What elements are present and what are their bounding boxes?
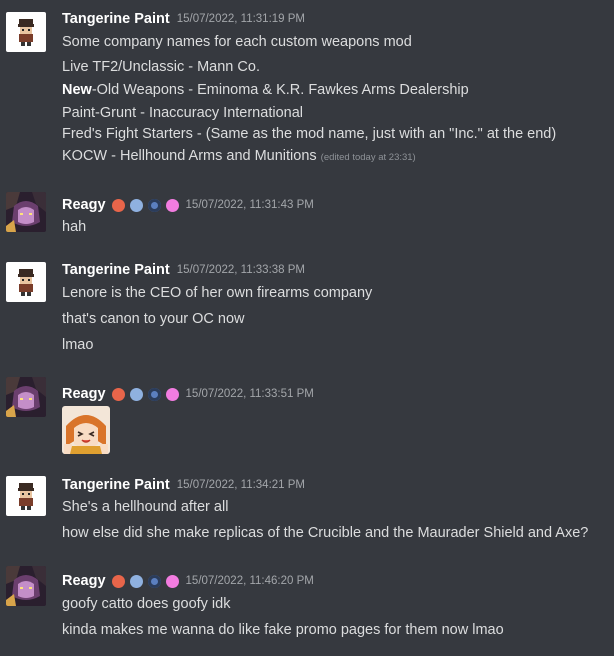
timestamp[interactable]: 15/07/2022, 11:46:20 PM [186, 575, 314, 587]
message-text: Some company names for each custom weapo… [62, 34, 412, 50]
message-text: kinda makes me wanna do like fake promo … [62, 622, 504, 638]
tangerine-avatar[interactable] [6, 262, 46, 302]
anime-girl-sticker-icon [62, 406, 110, 454]
anime-character-avatar-icon [6, 377, 46, 417]
message-text: how else did she make replicas of the Cr… [62, 525, 589, 541]
chat-badge-icon[interactable] [129, 387, 143, 401]
message-text: New-Old Weapons - Eminoma & K.R. Fawkes … [62, 82, 469, 98]
heart-badge-icon[interactable] [111, 574, 125, 588]
pixel-character-avatar-icon [6, 476, 46, 516]
pixel-character-avatar-icon [6, 262, 46, 302]
message-text: goofy catto does goofy idk [62, 596, 231, 612]
message-text: lmao [62, 337, 94, 353]
author-name[interactable]: Tangerine Paint [62, 11, 170, 27]
author-name[interactable]: Reagy [62, 197, 106, 213]
message-text: KOCW - Hellhound Arms and Munitions (edit… [62, 148, 416, 164]
heart-badge-icon[interactable] [111, 387, 125, 401]
message-text: hah [62, 219, 87, 235]
message-text-rest: -Old Weapons - Eminoma & K.R. Fawkes Arm… [91, 82, 469, 98]
timestamp[interactable]: 15/07/2022, 11:33:51 PM [186, 388, 314, 400]
message-text: Lenore is the CEO of her own firearms co… [62, 285, 373, 301]
role-badges [111, 387, 179, 401]
eye-badge-icon[interactable] [147, 574, 161, 588]
author-name[interactable]: Tangerine Paint [62, 262, 170, 278]
reagy-avatar[interactable] [6, 192, 46, 232]
bold-word: New [62, 82, 92, 98]
eye-badge-icon[interactable] [147, 198, 161, 212]
pixel-character-avatar-icon [6, 12, 46, 52]
star-badge-icon[interactable] [165, 387, 179, 401]
star-badge-icon[interactable] [165, 574, 179, 588]
timestamp[interactable]: 15/07/2022, 11:33:38 PM [177, 264, 305, 276]
anime-character-avatar-icon [6, 566, 46, 606]
author-name[interactable]: Reagy [62, 573, 106, 589]
reagy-avatar[interactable] [6, 377, 46, 417]
message-text: Paint-Grunt - Inaccuracy International [62, 105, 303, 121]
message-text: She's a hellhound after all [62, 499, 229, 515]
timestamp[interactable]: 15/07/2022, 11:31:43 PM [186, 199, 314, 211]
tangerine-avatar[interactable] [6, 12, 46, 52]
role-badges [111, 574, 179, 588]
chat-badge-icon[interactable] [129, 574, 143, 588]
chat-badge-icon[interactable] [129, 198, 143, 212]
anime-girl-sticker[interactable] [62, 406, 110, 454]
heart-badge-icon[interactable] [111, 198, 125, 212]
message-text-main: KOCW - Hellhound Arms and Munitions [62, 148, 317, 164]
reagy-avatar[interactable] [6, 566, 46, 606]
message-text: Live TF2/Unclassic - Mann Co. [62, 59, 260, 75]
anime-character-avatar-icon [6, 192, 46, 232]
tangerine-avatar[interactable] [6, 476, 46, 516]
role-badges [111, 198, 179, 212]
edited-label: (edited today at 23:31) [320, 152, 416, 163]
timestamp[interactable]: 15/07/2022, 11:34:21 PM [177, 479, 305, 491]
eye-badge-icon[interactable] [147, 387, 161, 401]
message-text: that's canon to your OC now [62, 311, 245, 327]
timestamp[interactable]: 15/07/2022, 11:31:19 PM [177, 13, 305, 25]
star-badge-icon[interactable] [165, 198, 179, 212]
author-name[interactable]: Tangerine Paint [62, 477, 170, 493]
author-name[interactable]: Reagy [62, 386, 106, 402]
message-text: Fred's Fight Starters - (Same as the mod… [62, 126, 557, 142]
